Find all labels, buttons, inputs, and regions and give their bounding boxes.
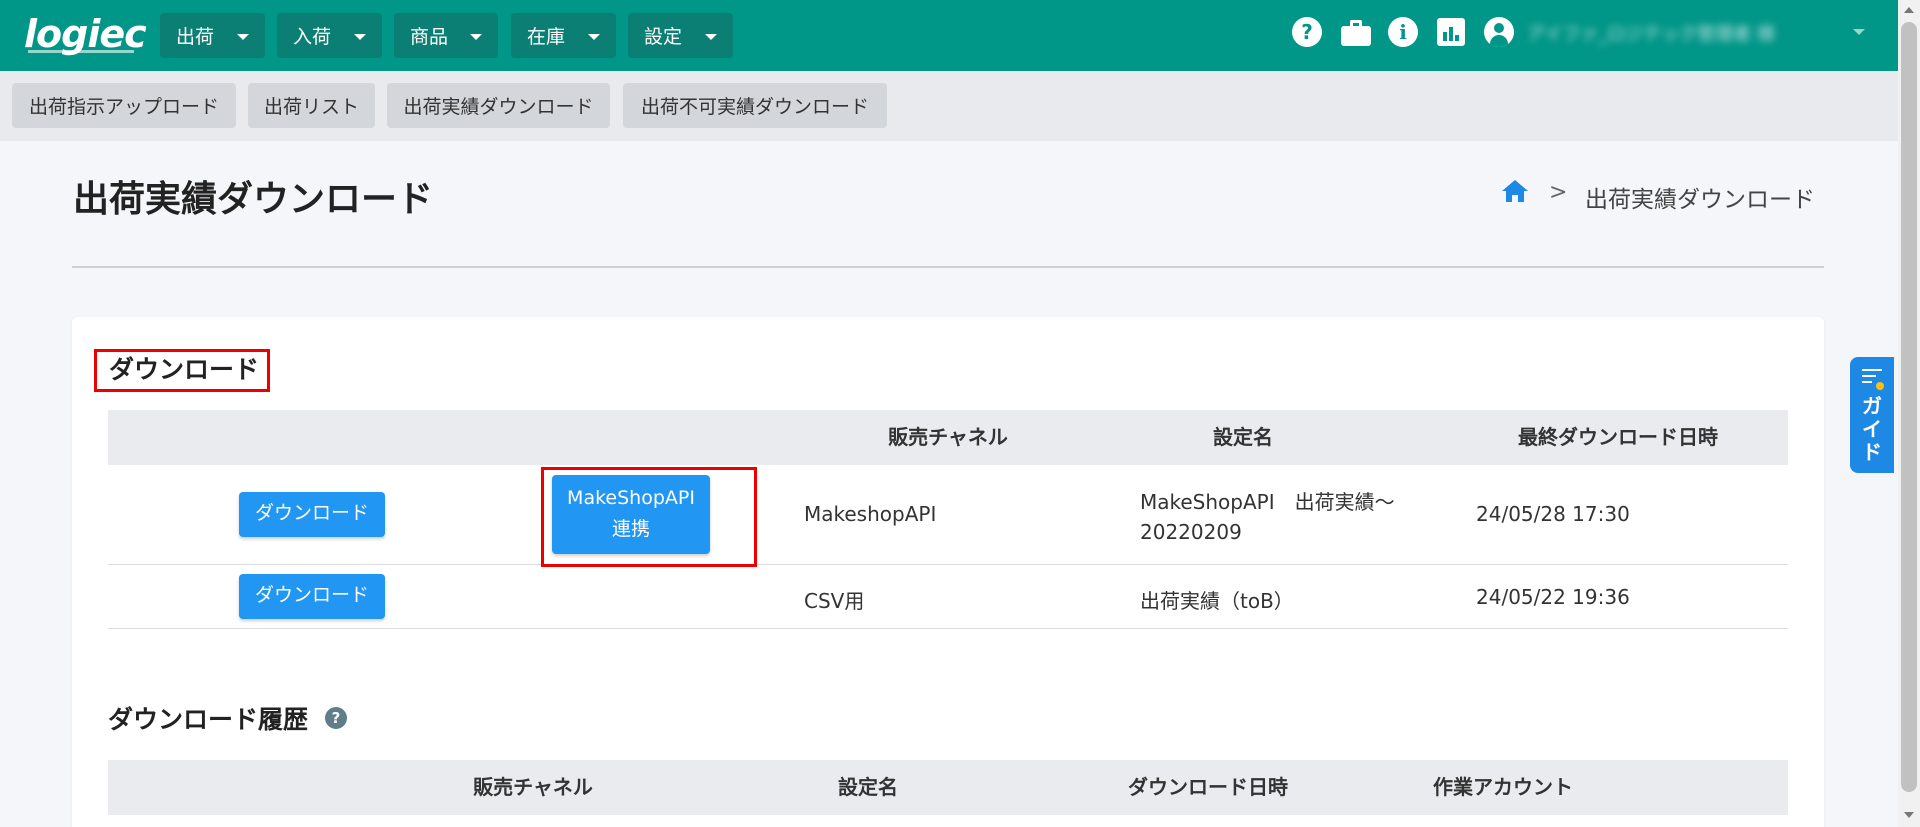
column-header: ダウンロード日時: [1128, 775, 1288, 799]
scroll-thumb[interactable]: [1901, 22, 1917, 792]
page-title: 出荷実績ダウンロード: [73, 179, 434, 220]
menu-label: 設定: [644, 26, 683, 48]
menu-products[interactable]: 商品: [394, 13, 498, 58]
logo[interactable]: logiec: [24, 14, 147, 54]
scrollbar[interactable]: [1898, 0, 1920, 827]
column-header: 販売チャネル: [473, 775, 593, 799]
download-section-title: ダウンロード: [94, 349, 270, 392]
chevron-down-icon: [237, 34, 249, 40]
breadcrumb-separator: >: [1549, 180, 1568, 205]
subnav-shipping-results-download[interactable]: 出荷実績ダウンロード: [387, 83, 610, 128]
history-section-title: ダウンロード履歴: [108, 705, 309, 734]
subnav-shipping-list[interactable]: 出荷リスト: [248, 83, 375, 128]
chevron-down-icon: [705, 34, 717, 40]
menu-receiving[interactable]: 入荷: [277, 13, 382, 58]
scroll-up-icon[interactable]: [1904, 7, 1914, 13]
table-row: ダウンロード CSV用 出荷実績（toB） 24/05/22 19:36: [108, 565, 1788, 629]
channel-cell: CSV用: [804, 589, 865, 613]
info-icon[interactable]: i: [1388, 17, 1418, 47]
column-header: 販売チャネル: [888, 425, 1008, 449]
menu-label: 商品: [410, 26, 449, 48]
download-button[interactable]: ダウンロード: [239, 574, 385, 619]
scroll-down-icon[interactable]: [1904, 812, 1914, 818]
last-download-cell: 24/05/22 19:36: [1476, 585, 1630, 609]
menu-inventory[interactable]: 在庫: [511, 13, 616, 58]
column-header: 設定名: [838, 775, 898, 799]
divider: [72, 266, 1824, 268]
subnav-unshippable-results-download[interactable]: 出荷不可実績ダウンロード: [623, 83, 887, 128]
home-icon[interactable]: [1502, 180, 1528, 204]
menu-label: 入荷: [293, 26, 332, 48]
column-header: 設定名: [1213, 425, 1273, 449]
setting-name-cell: MakeShopAPI 出荷実績～20220209: [1140, 490, 1395, 544]
logo-underline: [28, 50, 134, 53]
help-icon[interactable]: ?: [325, 707, 347, 729]
chevron-down-icon: [588, 34, 600, 40]
download-button[interactable]: ダウンロード: [239, 492, 385, 537]
chevron-down-icon: [354, 34, 366, 40]
column-header: 作業アカウント: [1433, 775, 1573, 799]
download-table-header: 販売チャネル 設定名 最終ダウンロード日時: [108, 410, 1788, 465]
highlight-box: [541, 467, 757, 567]
subnav-shipping-upload[interactable]: 出荷指示アップロード: [12, 83, 236, 128]
last-download-cell: 24/05/28 17:30: [1476, 502, 1630, 526]
menu-settings[interactable]: 設定: [628, 13, 733, 58]
menu-label: 在庫: [527, 26, 566, 48]
chevron-down-icon: [470, 34, 482, 40]
table-row: ダウンロード MakeShopAPI連携 MakeshopAPI MakeSho…: [108, 465, 1788, 565]
guide-tab[interactable]: ガイド: [1850, 357, 1894, 473]
chevron-down-icon[interactable]: [1853, 29, 1865, 35]
breadcrumb-current: 出荷実績ダウンロード: [1585, 187, 1815, 213]
sub-navbar: 出荷指示アップロード 出荷リスト 出荷実績ダウンロード 出荷不可実績ダウンロード: [0, 71, 1898, 141]
menu-shipping[interactable]: 出荷: [160, 13, 265, 58]
account-icon[interactable]: [1484, 17, 1514, 47]
briefcase-icon[interactable]: [1341, 20, 1371, 46]
history-table-header: 販売チャネル 設定名 ダウンロード日時 作業アカウント: [108, 760, 1788, 815]
column-header: 最終ダウンロード日時: [1518, 425, 1718, 449]
chart-icon[interactable]: [1437, 18, 1465, 46]
channel-cell: MakeshopAPI: [804, 502, 937, 526]
help-icon[interactable]: ?: [1292, 17, 1322, 47]
setting-name-cell: 出荷実績（toB）: [1140, 589, 1294, 613]
notification-dot: [1876, 382, 1884, 390]
user-name[interactable]: アイファ_ロジテック管理者 様: [1527, 20, 1857, 46]
top-navbar: logiec 出荷 入荷 商品 在庫 設定 ? i アイファ_ロジテック管理者 …: [0, 0, 1898, 71]
guide-label: ガイド: [1862, 394, 1882, 464]
menu-label: 出荷: [176, 26, 215, 48]
